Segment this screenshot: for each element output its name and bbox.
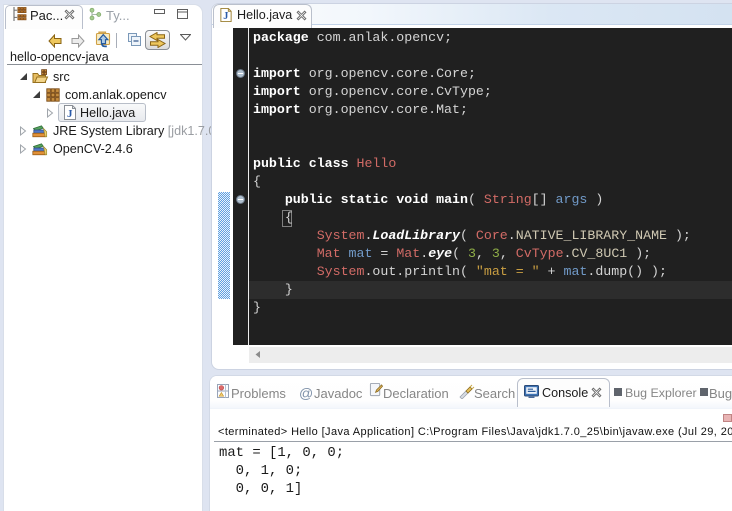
svg-text:J: J xyxy=(67,108,73,120)
svg-text:J: J xyxy=(223,11,228,22)
